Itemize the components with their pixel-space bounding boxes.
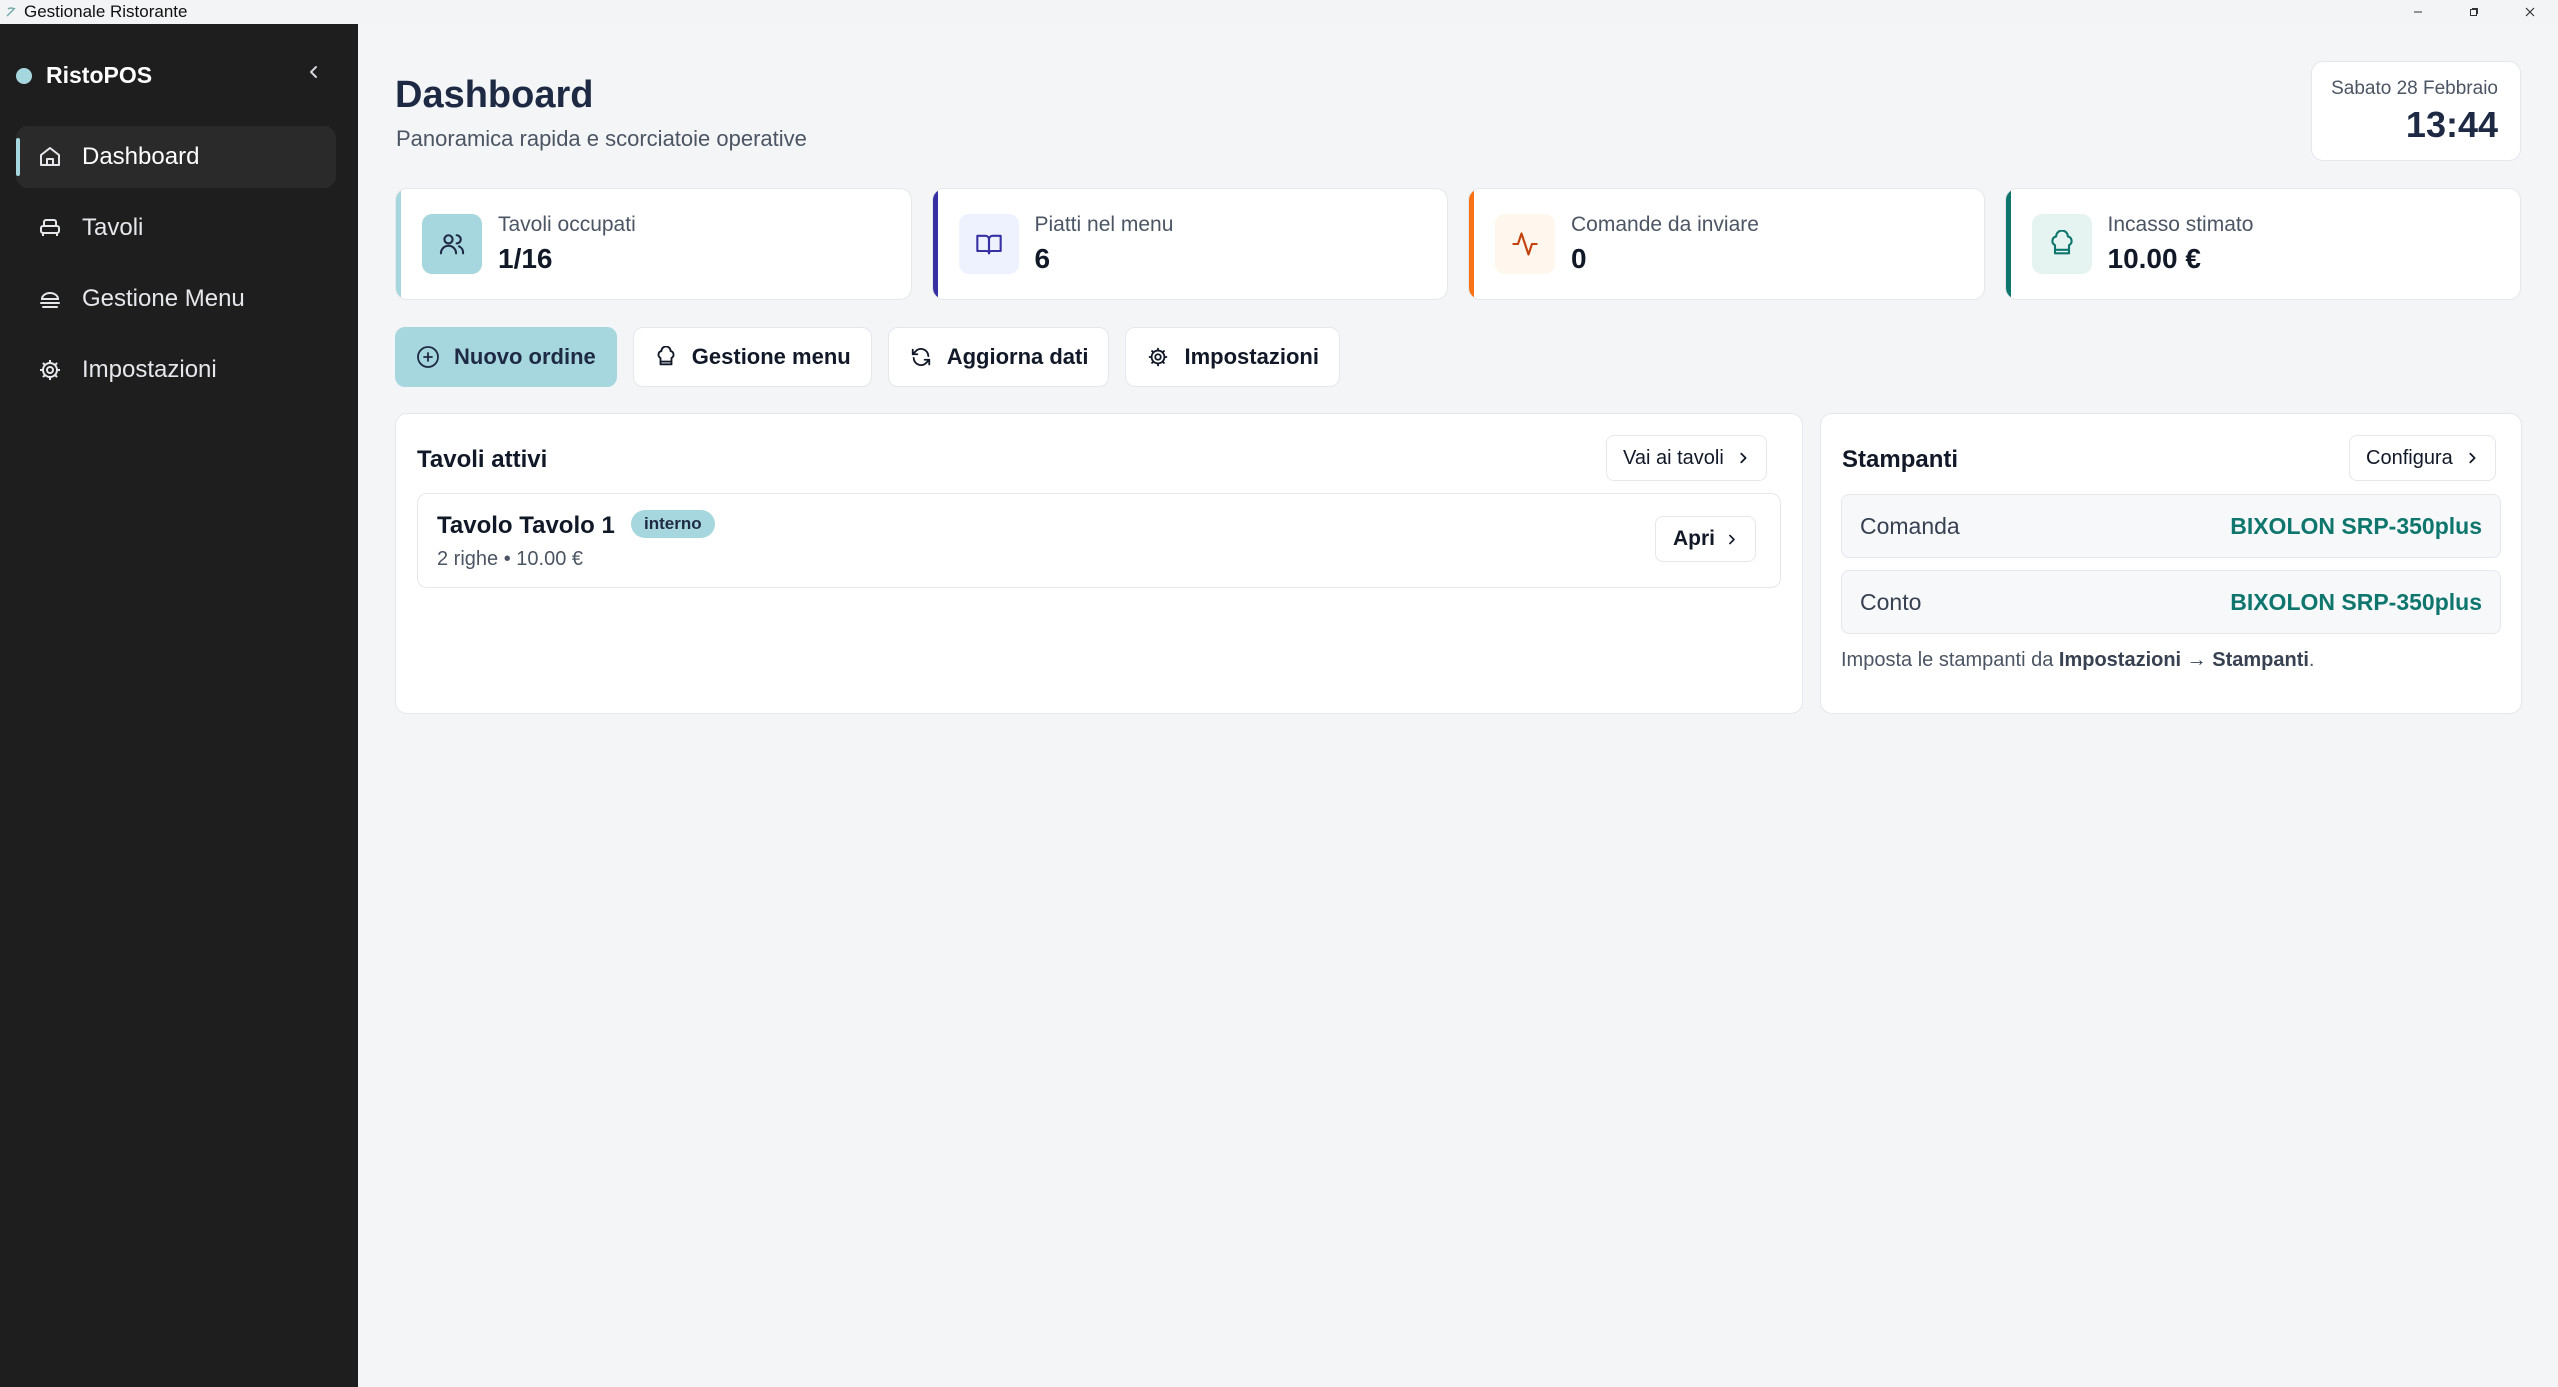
new-order-label: Nuovo ordine	[454, 344, 596, 369]
stat-label: Piatti nel menu	[1034, 213, 1174, 236]
printers-panel: Stampanti Configura Comanda BIXOLON SRP-…	[1820, 413, 2522, 714]
stat-label: Comande da inviare	[1571, 213, 1759, 236]
home-icon	[36, 143, 64, 171]
new-order-button[interactable]: Nuovo ordine	[395, 327, 617, 387]
sidebar-item-gestione-menu[interactable]: Gestione Menu	[16, 268, 336, 330]
stats-row: Tavoli occupati 1/16 Piatti nel menu 6 C…	[395, 188, 2521, 300]
chef-hat-icon	[654, 345, 678, 369]
chevron-left-icon	[310, 66, 317, 78]
printer-row-comanda: Comanda BIXOLON SRP-350plus	[1841, 494, 2501, 558]
table-name: Tavolo Tavolo 1	[437, 512, 615, 539]
printer-row-conto: Conto BIXOLON SRP-350plus	[1841, 570, 2501, 634]
sidebar-nav: Dashboard Tavoli Gestione Menu Impostazi…	[16, 126, 336, 410]
stat-card-piatti-menu: Piatti nel menu 6	[931, 188, 1448, 300]
stat-value: 10.00 €	[2107, 243, 2201, 274]
note-suffix: .	[2308, 649, 2315, 671]
active-tables-panel: Tavoli attivi Vai ai tavoli Tavolo Tavol…	[395, 413, 1803, 714]
refresh-data-button[interactable]: Aggiorna dati	[887, 327, 1110, 387]
chef-hat-icon	[2031, 214, 2092, 274]
sidebar-item-label: Dashboard	[82, 143, 200, 170]
chevron-right-icon	[2465, 451, 2479, 465]
sidebar-item-impostazioni[interactable]: Impostazioni	[16, 339, 336, 401]
sidebar-item-label: Gestione Menu	[82, 285, 245, 312]
stat-label: Tavoli occupati	[498, 213, 636, 236]
brand-name: RistoPOS	[46, 62, 153, 88]
current-date: Sabato 28 Febbraio	[2331, 78, 2498, 99]
table-area-badge: interno	[631, 510, 715, 538]
sidebar-item-dashboard[interactable]: Dashboard	[16, 126, 336, 188]
go-to-tables-button[interactable]: Vai ai tavoli	[1606, 435, 1767, 481]
printers-title: Stampanti	[1842, 446, 1959, 473]
gear-icon	[36, 356, 64, 384]
note-path: Impostazioni → Stampanti	[2058, 649, 2309, 671]
printer-value: BIXOLON SRP-350plus	[2230, 512, 2482, 539]
stat-card-incasso-stimato: Incasso stimato 10.00 €	[2004, 188, 2521, 300]
chevron-right-icon	[1736, 451, 1750, 465]
note-prefix: Imposta le stampanti da	[1841, 649, 2059, 671]
sidebar-item-tavoli[interactable]: Tavoli	[16, 197, 336, 259]
window-titlebar: Gestionale Ristorante	[0, 0, 2558, 24]
minimize-button[interactable]	[2390, 0, 2446, 24]
settings-label: Impostazioni	[1184, 344, 1319, 369]
book-open-icon	[958, 214, 1019, 274]
window-controls	[2390, 0, 2558, 24]
printer-settings-note: Imposta le stampanti da Impostazioni → S…	[1841, 649, 2314, 672]
sidebar-item-label: Tavoli	[82, 214, 144, 241]
stat-value: 0	[1571, 243, 1587, 274]
open-table-button[interactable]: Apri	[1655, 516, 1756, 562]
stat-card-tavoli-occupati: Tavoli occupati 1/16	[395, 188, 912, 300]
utensils-icon	[36, 285, 64, 313]
printer-label: Conto	[1860, 588, 1922, 615]
stat-card-comande-da-inviare: Comande da inviare 0	[1468, 188, 1985, 300]
printer-value: BIXOLON SRP-350plus	[2230, 588, 2482, 615]
settings-button[interactable]: Impostazioni	[1125, 327, 1340, 387]
current-time: 13:44	[2405, 104, 2498, 145]
users-icon	[422, 214, 482, 274]
maximize-button[interactable]	[2446, 0, 2502, 24]
collapse-sidebar-button[interactable]	[300, 58, 328, 86]
brand: RistoPOS	[16, 62, 152, 89]
app-icon	[4, 5, 18, 19]
active-tables-title: Tavoli attivi	[417, 446, 548, 473]
page-title: Dashboard	[395, 74, 594, 116]
configure-printers-button[interactable]: Configura	[2349, 435, 2496, 481]
stat-value: 6	[1034, 243, 1051, 274]
printer-label: Comanda	[1860, 512, 1960, 539]
refresh-icon	[909, 345, 933, 369]
open-table-label: Apri	[1673, 527, 1715, 550]
sidebar-item-label: Impostazioni	[82, 356, 217, 383]
stat-value: 1/16	[498, 243, 553, 274]
brand-dot-icon	[16, 67, 32, 84]
table-meta: 2 righe • 10.00 €	[437, 548, 583, 570]
clock-card: Sabato 28 Febbraio 13:44	[2311, 61, 2521, 161]
plus-circle-icon	[416, 345, 440, 369]
gear-icon	[1146, 345, 1170, 369]
configure-printers-label: Configura	[2366, 446, 2453, 469]
go-to-tables-label: Vai ai tavoli	[1623, 446, 1724, 469]
sidebar: RistoPOS Dashboard Tavoli Gestione Menu	[0, 24, 358, 1387]
main-content: Dashboard Panoramica rapida e scorciatoi…	[358, 24, 2558, 1387]
stat-label: Incasso stimato	[2107, 213, 2254, 236]
window-title: Gestionale Ristorante	[24, 2, 188, 21]
quick-actions: Nuovo ordine Gestione menu Aggiorna dati…	[395, 327, 1340, 387]
table-row[interactable]: Tavolo Tavolo 1 interno 2 righe • 10.00 …	[417, 493, 1781, 588]
refresh-data-label: Aggiorna dati	[946, 344, 1089, 369]
page-subtitle: Panoramica rapida e scorciatoie operativ…	[396, 126, 807, 151]
activity-icon	[1495, 214, 1555, 274]
chevron-right-icon	[1725, 533, 1738, 546]
close-button[interactable]	[2502, 0, 2558, 24]
armchair-icon	[36, 214, 64, 242]
menu-management-button[interactable]: Gestione menu	[632, 327, 872, 387]
menu-management-label: Gestione menu	[691, 344, 851, 369]
